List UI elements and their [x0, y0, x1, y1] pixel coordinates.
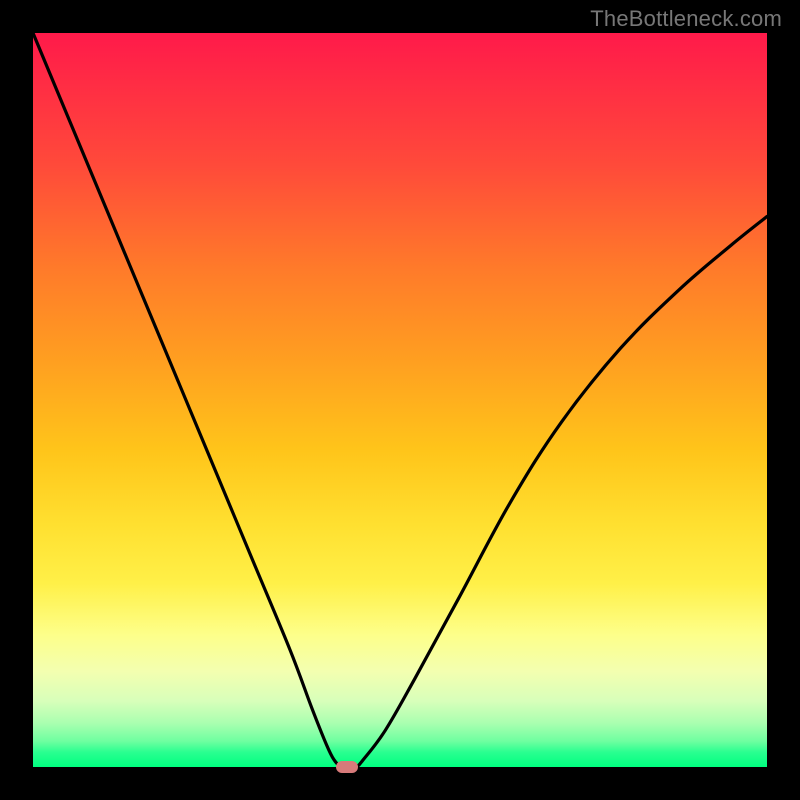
watermark-text: TheBottleneck.com [590, 6, 782, 32]
plot-area [33, 33, 767, 767]
bottleneck-curve [33, 33, 767, 767]
minimum-marker [336, 761, 358, 773]
chart-frame: TheBottleneck.com [0, 0, 800, 800]
